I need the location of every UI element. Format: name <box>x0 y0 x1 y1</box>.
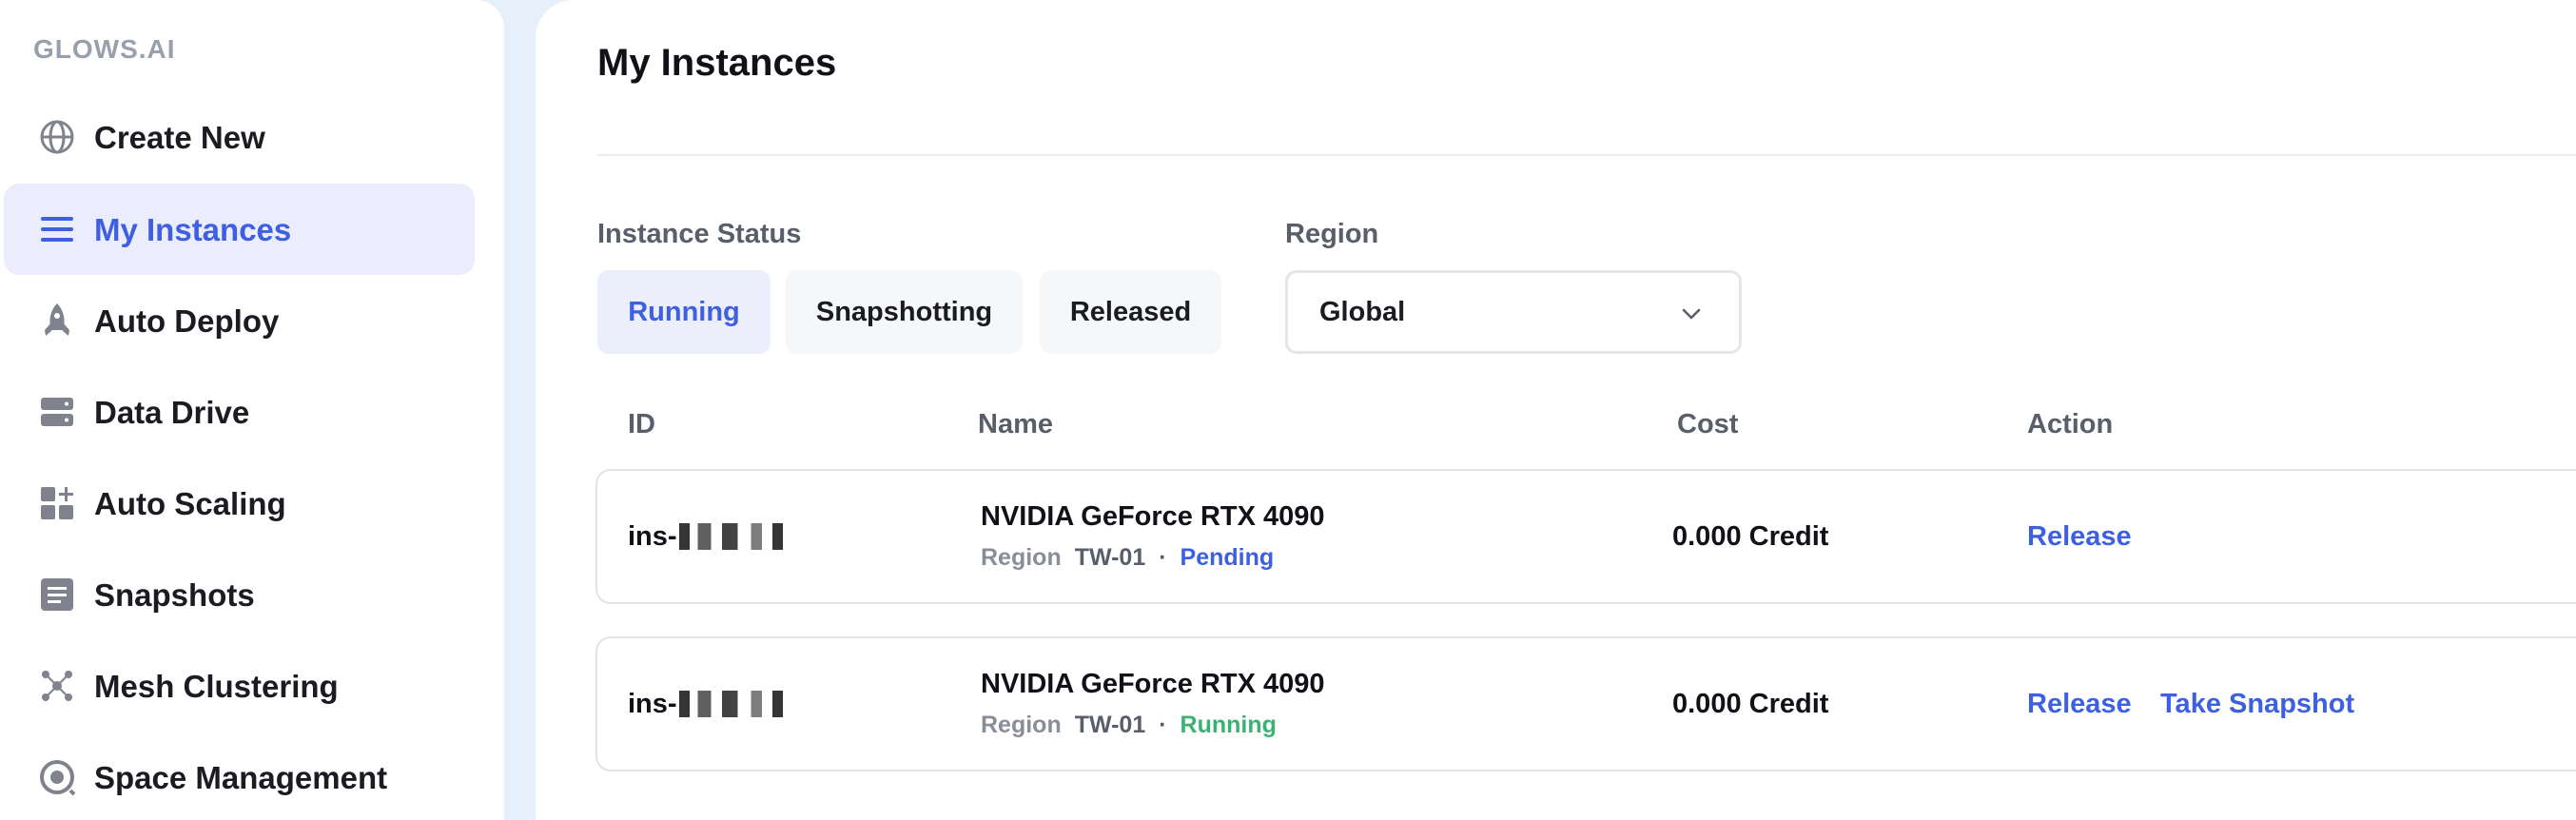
chevron-down-icon <box>1682 308 1701 320</box>
instance-id-prefix: ins- <box>628 521 677 552</box>
region-meta-label: Region <box>981 712 1062 738</box>
drive-icon <box>41 398 73 426</box>
grid-plus-icon <box>41 487 73 519</box>
instance-name: NVIDIA GeForce RTX 4090 <box>981 669 1325 699</box>
status-badge: Running <box>1180 712 1277 738</box>
table-row: ins- NVIDIA GeForce RTX 4090 Region TW-0… <box>595 469 2576 604</box>
region-select[interactable]: Global <box>1285 270 1742 354</box>
sidebar: GLOWS.AI Create New My Instances Auto De… <box>0 0 504 820</box>
sidebar-item-my-instances[interactable]: My Instances <box>4 184 475 275</box>
instance-name: NVIDIA GeForce RTX 4090 <box>981 501 1325 532</box>
instance-cost: 0.000 Credit <box>1672 521 1829 552</box>
status-filter-snapshotting[interactable]: Snapshotting <box>786 270 1023 354</box>
page-title: My Instances <box>597 42 837 84</box>
column-header-name: Name <box>978 409 1053 439</box>
release-button[interactable]: Release <box>2027 689 2132 720</box>
sidebar-item-label: Create New <box>94 120 265 155</box>
sidebar-item-mesh-clustering[interactable]: Mesh Clustering <box>4 640 475 732</box>
instance-id: ins- <box>628 689 812 720</box>
separator-dot: · <box>1159 544 1167 571</box>
redacted-id <box>678 523 812 550</box>
region-code: TW-01 <box>1074 544 1146 571</box>
region-meta-label: Region <box>981 544 1062 571</box>
divider <box>597 154 2576 156</box>
status-badge: Pending <box>1180 544 1275 571</box>
region-label: Region <box>1285 219 1379 249</box>
sidebar-item-label: Data Drive <box>94 395 250 430</box>
column-header-id: ID <box>628 409 655 439</box>
globe-icon <box>40 120 74 154</box>
mesh-icon <box>42 671 72 701</box>
instance-status-label: Instance Status <box>597 219 802 249</box>
instance-id: ins- <box>628 521 812 553</box>
separator-dot: · <box>1159 712 1167 738</box>
sidebar-item-snapshots[interactable]: Snapshots <box>4 549 475 640</box>
main-content: My Instances Instance Status Running Sna… <box>536 0 2576 820</box>
sidebar-item-label: Snapshots <box>94 577 255 613</box>
brand-logo: GLOWS.AI <box>33 34 176 64</box>
sidebar-item-label: Space Management <box>94 760 388 795</box>
column-header-action: Action <box>2027 409 2114 439</box>
status-filter-running[interactable]: Running <box>597 270 771 354</box>
redacted-id <box>678 691 812 717</box>
sidebar-item-label: Auto Scaling <box>94 486 286 521</box>
status-filter-released[interactable]: Released <box>1040 270 1221 354</box>
sidebar-item-auto-scaling[interactable]: Auto Scaling <box>4 458 475 549</box>
sidebar-item-data-drive[interactable]: Data Drive <box>4 366 475 458</box>
sidebar-item-auto-deploy[interactable]: Auto Deploy <box>4 275 475 366</box>
sidebar-item-create-new[interactable]: Create New <box>4 91 475 183</box>
take-snapshot-button[interactable]: Take Snapshot <box>2160 689 2354 720</box>
column-header-cost: Cost <box>1677 409 1739 439</box>
sidebar-item-label: Auto Deploy <box>94 303 280 339</box>
region-code: TW-01 <box>1074 712 1146 738</box>
space-icon <box>40 760 76 796</box>
sidebar-item-label: My Instances <box>94 212 292 247</box>
table-row: ins- NVIDIA GeForce RTX 4090 Region TW-0… <box>595 636 2576 771</box>
instance-id-prefix: ins- <box>628 689 677 719</box>
rocket-icon <box>45 303 69 336</box>
instance-cost: 0.000 Credit <box>1672 689 1829 719</box>
instance-meta: Region TW-01 · Running <box>981 712 1277 739</box>
snapshot-icon <box>41 578 73 611</box>
list-icon <box>41 217 73 242</box>
region-value: Global <box>1319 297 1406 327</box>
instance-meta: Region TW-01 · Pending <box>981 544 1274 572</box>
sidebar-item-space-management[interactable]: Space Management <box>4 732 475 820</box>
sidebar-item-label: Mesh Clustering <box>94 669 339 704</box>
release-button[interactable]: Release <box>2027 521 2132 553</box>
